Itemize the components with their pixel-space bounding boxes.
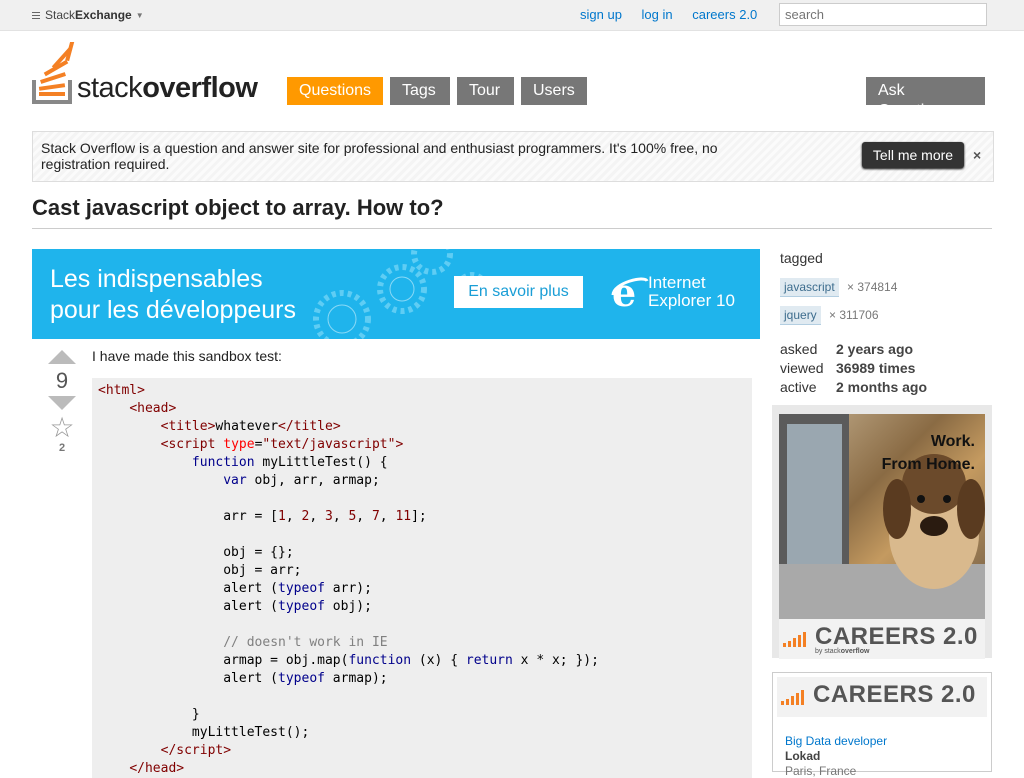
close-icon[interactable]: ×: [973, 147, 981, 163]
job-title-link[interactable]: Big Data developer: [785, 734, 887, 748]
careers-ad-headline: Work. From Home.: [881, 433, 975, 473]
vote-down-icon[interactable]: [48, 396, 76, 410]
intro-banner: Stack Overflow is a question and answer …: [32, 131, 994, 182]
dog-laptop-image: Work. From Home.: [779, 414, 985, 619]
ad-learn-more-button[interactable]: En savoir plus: [454, 276, 583, 308]
login-link[interactable]: log in: [642, 7, 673, 22]
ad-banner[interactable]: Les indispensables pour les développeurs…: [32, 249, 760, 339]
sidebar: tagged: [780, 250, 823, 266]
stat-asked: asked 2 years ago: [780, 341, 914, 357]
ad-headline-1: Les indispensables: [50, 265, 263, 293]
careers-ad[interactable]: Work. From Home. CAREERS 2.0 by stackover…: [772, 405, 992, 659]
ad-headline-2: pour les développeurs: [50, 296, 296, 324]
logo-wordmark: stackoverflow: [77, 72, 258, 104]
top-links: sign up log in careers 2.0: [580, 7, 773, 22]
star-icon[interactable]: ☆: [44, 414, 80, 442]
ask-question-button[interactable]: Ask Question: [866, 77, 985, 119]
internet-explorer-icon: e: [611, 273, 649, 313]
nav-tags[interactable]: Tags: [390, 77, 450, 105]
vote-cell: 9 ☆ 2: [44, 350, 80, 454]
nav-questions[interactable]: Questions: [287, 77, 383, 105]
stat-active: active 2 months ago: [780, 379, 928, 395]
question-stats: asked 2 years ago viewed 36989 times activ…: [780, 340, 927, 397]
brand-bold: Exchange: [75, 8, 132, 22]
tagged-label: tagged: [780, 250, 823, 266]
tag-javascript[interactable]: javascript: [780, 278, 839, 297]
menu-icon: [32, 10, 40, 21]
careers-logo[interactable]: CAREERS 2.0: [777, 677, 987, 717]
vote-up-icon[interactable]: [48, 350, 76, 364]
chevron-down-icon: ▼: [135, 10, 144, 20]
question-title[interactable]: Cast javascript object to array. How to?: [32, 195, 444, 221]
careers-bars-icon: [781, 690, 804, 705]
careers-bars-icon: [783, 632, 806, 647]
careers-logo: CAREERS 2.0 by stackoverflow: [779, 619, 985, 659]
nav-users[interactable]: Users: [521, 77, 587, 105]
brand-prefix: Stack: [45, 8, 76, 22]
stackoverflow-logo[interactable]: stackoverflow: [32, 38, 272, 106]
favorite-count: 2: [58, 442, 66, 454]
intro-text: Stack Overflow is a question and answer …: [41, 140, 718, 172]
stack-logo-icon: [32, 38, 75, 104]
stackexchange-menu[interactable]: Stack Exchange ▼: [32, 8, 144, 22]
stat-viewed: viewed 36989 times: [780, 360, 916, 376]
top-bar: Stack Exchange ▼ sign up log in careers 2…: [0, 0, 1024, 31]
signup-link[interactable]: sign up: [580, 7, 622, 22]
tag-jquery[interactable]: jquery: [780, 306, 821, 325]
post-text: I have made this sandbox test:: [92, 348, 282, 364]
divider: [32, 228, 992, 229]
tag-count: × 311706: [829, 308, 879, 322]
ad-product: Internet Explorer 10: [648, 273, 735, 310]
careers-jobs-widget: CAREERS 2.0 Big Data developer Lokad Par…: [772, 672, 992, 778]
careers-link[interactable]: careers 2.0: [692, 7, 757, 22]
tell-me-more-button[interactable]: Tell me more: [862, 142, 964, 168]
nav-tour[interactable]: Tour: [457, 77, 514, 105]
tag-count: × 374814: [847, 280, 898, 294]
search-input[interactable]: [779, 3, 987, 26]
job-company: Lokad: [785, 749, 821, 763]
vote-count: 9: [55, 368, 69, 393]
job-location: Paris, France: [785, 764, 857, 778]
code-block: <html> <head> <title>whatever</title> <s…: [92, 378, 752, 778]
